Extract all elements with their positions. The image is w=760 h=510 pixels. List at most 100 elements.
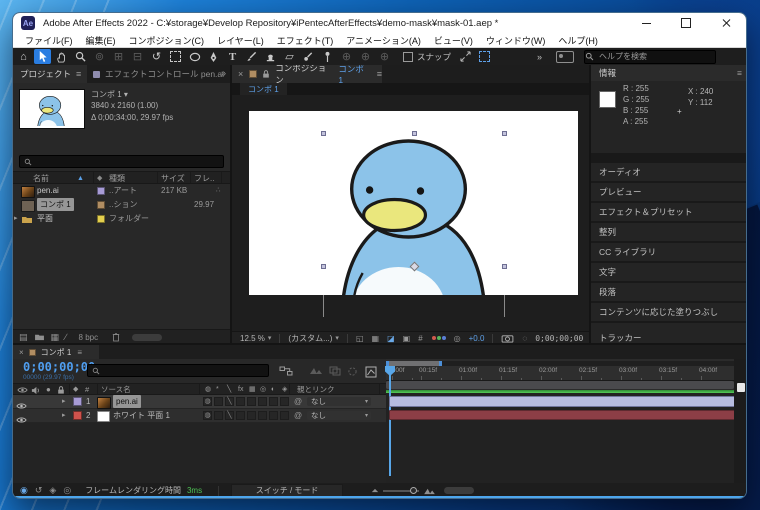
project-search-input[interactable] bbox=[35, 156, 223, 167]
layer-bar-pen.ai[interactable] bbox=[389, 396, 736, 407]
tool-view-axis-icon[interactable]: ⊕ bbox=[376, 49, 393, 64]
menu-item-8[interactable]: ヘルプ(H) bbox=[558, 34, 598, 47]
project-scrollbar[interactable] bbox=[132, 334, 162, 341]
region-of-interest-icon[interactable]: ▣ bbox=[403, 334, 411, 343]
bit-depth-label[interactable]: 8 bpc bbox=[79, 333, 99, 342]
switch-adjustment[interactable] bbox=[269, 397, 278, 406]
zoom-slider-track[interactable] bbox=[383, 490, 419, 492]
close-button[interactable] bbox=[706, 13, 746, 33]
panel-overflow-chevron[interactable]: » bbox=[221, 68, 226, 78]
menu-item-0[interactable]: ファイル(F) bbox=[25, 34, 73, 47]
menu-item-7[interactable]: ウィンドウ(W) bbox=[486, 34, 546, 47]
tool-selection-icon[interactable] bbox=[34, 49, 51, 64]
refresh-icon[interactable]: ↺ bbox=[35, 485, 43, 496]
minimize-button[interactable] bbox=[626, 13, 666, 33]
panel-menu-icon[interactable]: ≡ bbox=[377, 69, 382, 79]
panel-header-5[interactable]: 文字 bbox=[591, 263, 747, 281]
tab-project[interactable]: プロジェクト ≡ bbox=[13, 65, 87, 83]
new-folder-icon[interactable] bbox=[34, 333, 45, 341]
time-ruler[interactable]: 0:00f00:15f01:00f01:15f02:00f02:15f03:00… bbox=[386, 366, 734, 381]
panel-header-0[interactable]: オーディオ bbox=[591, 163, 747, 181]
composition-viewer[interactable] bbox=[232, 95, 589, 331]
switch-quality[interactable]: ◍ bbox=[203, 397, 212, 406]
exposure-value[interactable]: +0.0 bbox=[469, 334, 485, 343]
trash-icon[interactable] bbox=[112, 332, 120, 342]
composition-flowchart-icon[interactable] bbox=[279, 366, 293, 376]
panel-menu-icon[interactable]: ≡ bbox=[77, 348, 82, 357]
workspace-bar-icon[interactable] bbox=[556, 51, 574, 63]
tool-eraser-icon[interactable]: ▱ bbox=[281, 49, 298, 64]
timeline-time-area[interactable]: 0:00f00:15f01:00f01:15f02:00f02:15f03:00… bbox=[386, 359, 734, 483]
tab-effect-controls[interactable]: エフェクトコントロール pen.ai bbox=[93, 65, 224, 83]
zoom-select[interactable]: 12.5 %▾ bbox=[240, 334, 271, 343]
tool-roto-brush-icon[interactable] bbox=[300, 49, 317, 64]
mask-visibility-icon[interactable] bbox=[476, 49, 493, 64]
layer-handle-top-right[interactable] bbox=[502, 131, 507, 136]
viewer-tab-comp1[interactable]: コンポ 1 bbox=[240, 83, 287, 95]
menu-item-5[interactable]: アニメーション(A) bbox=[346, 34, 421, 47]
parent-select[interactable]: なし▾ bbox=[307, 397, 371, 406]
frame-blending-icon[interactable] bbox=[329, 366, 341, 376]
switch-collapse[interactable] bbox=[214, 411, 223, 420]
project-row-平面[interactable]: ▸平面フォルダー bbox=[13, 212, 230, 226]
tool-brush-icon[interactable] bbox=[243, 49, 260, 64]
menu-item-6[interactable]: ビュー(V) bbox=[434, 34, 473, 47]
snap-toggle[interactable]: スナップ bbox=[403, 51, 451, 63]
close-tab-icon[interactable]: × bbox=[19, 348, 24, 357]
snapshot-camera-icon[interactable] bbox=[501, 334, 514, 343]
tool-type-icon[interactable]: T bbox=[224, 49, 241, 64]
panel-header-2[interactable]: エフェクト＆プリセット bbox=[591, 203, 747, 221]
layer-name[interactable]: ホワイト 平面 1 bbox=[113, 409, 170, 422]
switch-draft[interactable]: ╲ bbox=[225, 411, 234, 420]
resolution-ring-icon[interactable]: ◎ bbox=[454, 334, 461, 343]
label-swatch[interactable] bbox=[97, 201, 105, 209]
parent-select[interactable]: なし▾ bbox=[307, 411, 371, 420]
timeline-scrollbar[interactable] bbox=[734, 359, 747, 483]
tool-rotate-icon[interactable]: ↺ bbox=[148, 49, 165, 64]
color-depth-icon[interactable]: ∕ bbox=[65, 332, 67, 342]
new-composition-icon[interactable]: ▦ bbox=[51, 332, 60, 343]
switch-3d[interactable] bbox=[280, 397, 289, 406]
tool-mask-transform-icon[interactable] bbox=[167, 49, 184, 64]
label-swatch[interactable] bbox=[73, 397, 82, 406]
maximize-button[interactable] bbox=[666, 13, 706, 33]
gpu-icon[interactable]: ◎ bbox=[63, 485, 71, 496]
switch-adjustment[interactable] bbox=[269, 411, 278, 420]
tool-puppet-pin-icon[interactable] bbox=[319, 49, 336, 64]
help-search-input[interactable] bbox=[597, 51, 715, 62]
playhead-line[interactable] bbox=[389, 366, 391, 476]
transparency-grid-icon[interactable]: ▦ bbox=[372, 334, 380, 343]
toolbar-overflow-chevron[interactable]: » bbox=[537, 52, 542, 62]
item-name[interactable]: pen.ai bbox=[37, 184, 59, 197]
tool-zoom-icon[interactable] bbox=[72, 49, 89, 64]
panel-header-8[interactable]: トラッカー bbox=[591, 323, 747, 343]
work-area-bar[interactable] bbox=[386, 381, 734, 389]
label-swatch[interactable] bbox=[97, 187, 105, 195]
timeline-zoom-control[interactable] bbox=[371, 487, 474, 495]
layer-row-ホワイト 平面 1[interactable]: ▸2ホワイト 平面 1◍╲@なし▾ bbox=[13, 409, 386, 423]
expander-icon[interactable]: ▸ bbox=[62, 395, 66, 408]
tool-clone-stamp-icon[interactable] bbox=[262, 49, 279, 64]
timeline-columns-header[interactable]: ● ◆ # ソース名 ◍*╲fx▦◎◐◈ 親とリンク bbox=[13, 383, 386, 395]
layer-row-pen.ai[interactable]: ▸1pen.ai◍╲@なし▾ bbox=[13, 395, 386, 409]
switch-collapse[interactable] bbox=[214, 397, 223, 406]
switch-quality[interactable]: ◍ bbox=[203, 411, 212, 420]
title-bar[interactable]: Ae Adobe After Effects 2022 - C:¥storage… bbox=[13, 13, 746, 33]
comp-marker-button[interactable] bbox=[737, 383, 745, 392]
switch-3d[interactable] bbox=[280, 411, 289, 420]
interpret-footage-icon[interactable]: ▤ bbox=[19, 332, 28, 343]
motion-blur-icon[interactable] bbox=[347, 366, 358, 377]
timeline-search-input[interactable] bbox=[103, 365, 268, 376]
panel-menu-icon[interactable]: ≡ bbox=[737, 68, 742, 78]
channel-icon[interactable] bbox=[431, 336, 446, 340]
menu-item-4[interactable]: エフェクト(T) bbox=[277, 34, 334, 47]
tool-world-axis-icon[interactable]: ⊕ bbox=[357, 49, 374, 64]
menu-item-2[interactable]: コンポジション(C) bbox=[129, 34, 205, 47]
tool-hand-icon[interactable] bbox=[53, 49, 70, 64]
menu-item-1[interactable]: 編集(E) bbox=[86, 34, 116, 47]
switch-fx[interactable] bbox=[236, 397, 245, 406]
zoom-out-mountain-icon[interactable] bbox=[371, 488, 379, 493]
panel-header-3[interactable]: 整列 bbox=[591, 223, 747, 241]
timeline-search-field[interactable] bbox=[87, 364, 269, 377]
label-swatch[interactable] bbox=[97, 215, 105, 223]
